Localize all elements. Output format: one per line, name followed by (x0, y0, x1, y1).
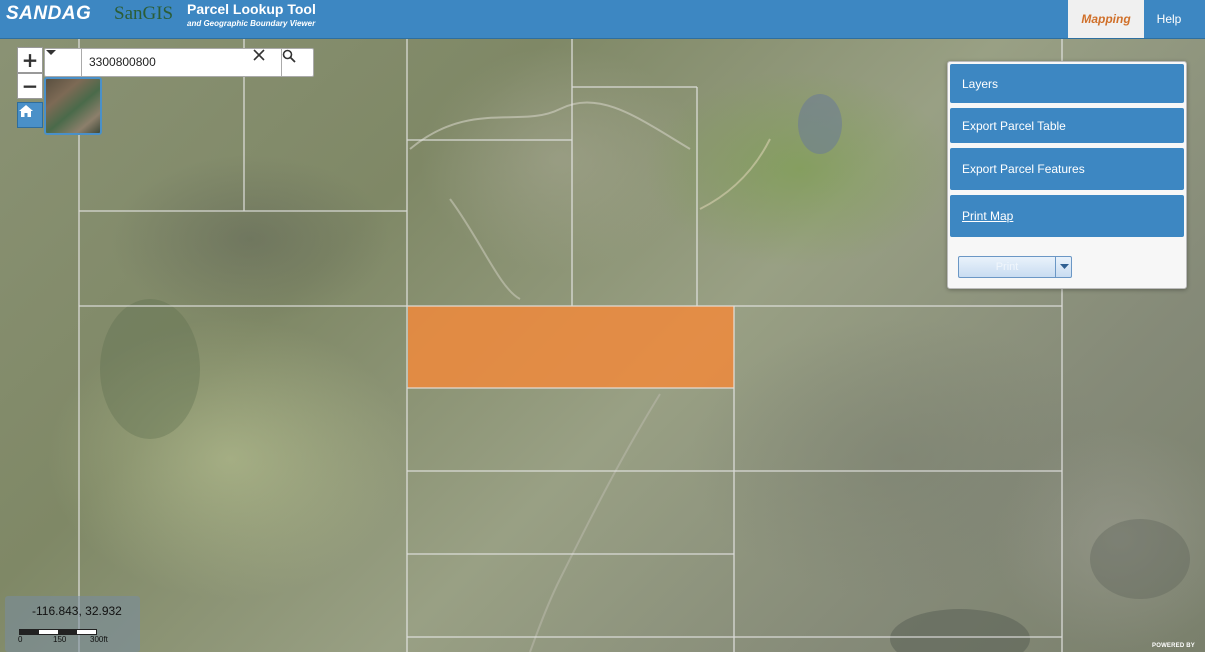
zoom-in-button[interactable]: + (17, 47, 43, 73)
tool-panel: Layers Export Parcel Table Export Parcel… (947, 61, 1187, 289)
basemap-toggle-thumbnail[interactable] (44, 77, 102, 135)
search-submit-button[interactable] (281, 49, 314, 76)
scale-label-150: 150 (53, 635, 67, 644)
search-source-dropdown[interactable] (45, 49, 82, 76)
print-dropdown[interactable]: Print (958, 256, 1072, 278)
home-icon (19, 105, 33, 117)
sandag-logo[interactable]: SANDAG (6, 3, 91, 25)
scale-label-300: 300ft (90, 635, 108, 644)
coordinate-readout: -116.843, 32.932 (32, 604, 122, 618)
parcel-search-input[interactable] (85, 51, 253, 73)
layers-button[interactable]: Layers (950, 64, 1184, 103)
search-icon (282, 49, 296, 63)
scale-label-0: 0 (18, 635, 23, 644)
nav-help-tab[interactable]: Help (1144, 0, 1194, 38)
sangis-logo[interactable]: SanGIS (114, 3, 173, 25)
export-parcel-table-button[interactable]: Export Parcel Table (950, 108, 1184, 143)
powered-by-label: POWERED BY (1152, 643, 1196, 649)
close-icon (253, 49, 265, 61)
print-dropdown-label[interactable]: Print (959, 257, 1055, 277)
print-dropdown-arrow[interactable] (1055, 257, 1072, 277)
coordinate-scale-box: -116.843, 32.932 (5, 596, 140, 652)
app-header: SANDAG SanGIS Parcel Lookup Tool and Geo… (0, 0, 1205, 39)
chevron-down-icon (1059, 264, 1069, 269)
parcel-search-bar (44, 48, 314, 77)
nav-mapping-tab[interactable]: Mapping (1068, 0, 1144, 38)
print-map-button[interactable]: Print Map (950, 195, 1184, 237)
caret-down-icon (46, 50, 56, 55)
app-subtitle: and Geographic Boundary Viewer (187, 19, 316, 28)
home-button[interactable] (17, 102, 43, 128)
selected-parcel[interactable] (408, 306, 734, 388)
zoom-out-button[interactable]: − (17, 73, 43, 99)
export-parcel-features-button[interactable]: Export Parcel Features (950, 148, 1184, 190)
search-clear-button[interactable] (253, 49, 279, 76)
app-title: Parcel Lookup Tool (187, 1, 316, 17)
